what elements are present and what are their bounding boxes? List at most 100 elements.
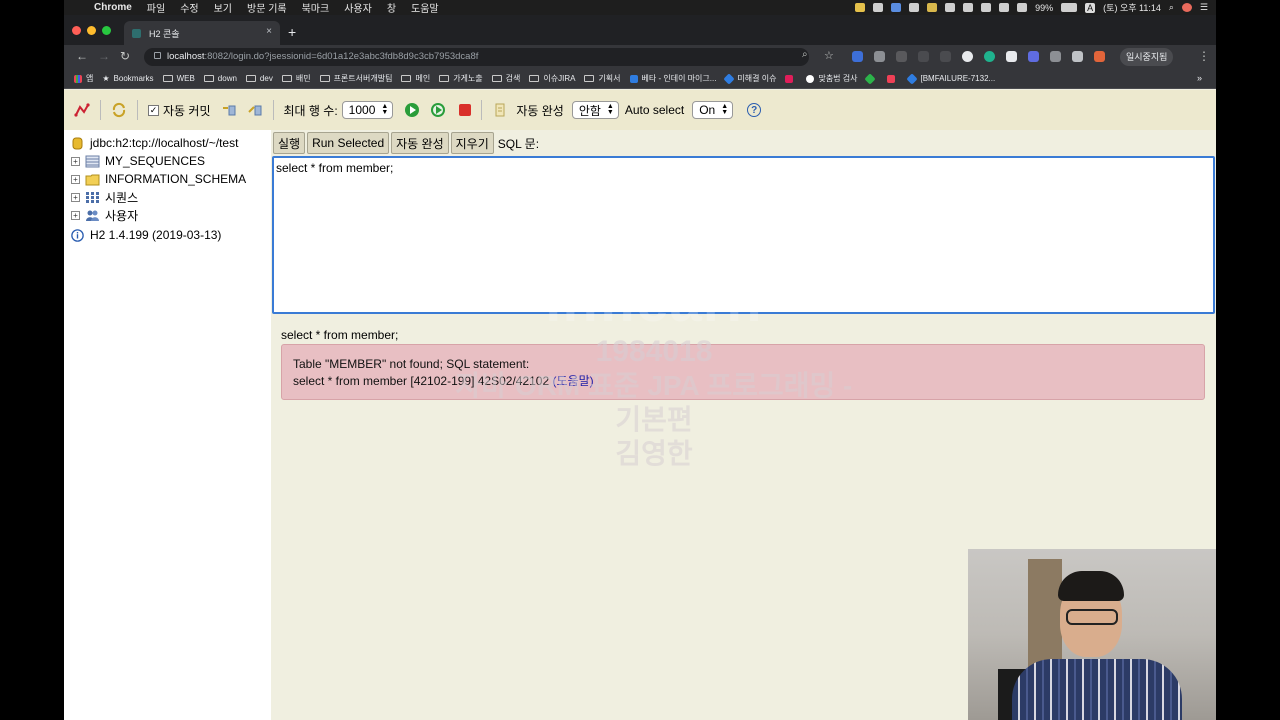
more-menu-icon[interactable]: ⋮: [1198, 49, 1210, 63]
menu-view[interactable]: 보기: [214, 0, 232, 15]
bookmark-folder-search[interactable]: 검색: [491, 73, 520, 84]
notes-icon[interactable]: [855, 3, 866, 12]
wifi-icon[interactable]: [999, 3, 1010, 12]
grid-icon[interactable]: [963, 3, 974, 12]
run-button[interactable]: 실행: [273, 132, 306, 154]
bookmark-green[interactable]: [864, 72, 878, 85]
autocomplete-button[interactable]: 자동 완성: [391, 132, 449, 154]
bookmark-pocket[interactable]: [887, 74, 899, 83]
bookmark-apps[interactable]: 앱: [74, 73, 93, 84]
bookmark-folder-plan[interactable]: 기획서: [584, 73, 621, 84]
tab-h2-console[interactable]: H2 콘솔 ×: [124, 21, 280, 45]
bookmark-folder-main[interactable]: 메인: [401, 73, 430, 84]
pocket-extension-icon[interactable]: [896, 51, 907, 62]
reload-icon[interactable]: ↻: [120, 49, 130, 63]
autoselect-select[interactable]: On ▲ ▼: [692, 101, 734, 119]
close-window-button[interactable]: [72, 26, 81, 35]
profile-button[interactable]: 일시중지됨: [1120, 48, 1174, 66]
bookmark-unresolved[interactable]: 미해결 이슈: [723, 72, 776, 85]
forward-arrow-icon[interactable]: →: [98, 49, 110, 63]
bookmark-folder-web[interactable]: WEB: [162, 74, 195, 83]
extension-icon-9[interactable]: [1028, 51, 1039, 62]
autocommit-checkbox[interactable]: ✓: [148, 104, 159, 116]
menu-history[interactable]: 방문 기록: [247, 0, 287, 15]
expand-icon[interactable]: +: [71, 156, 80, 166]
bookmark-slack[interactable]: [785, 74, 797, 83]
menu-people[interactable]: 사용자: [344, 0, 372, 15]
bookmark-confluence[interactable]: 베타 - 인데이 마이그...: [629, 73, 716, 84]
battery-percent[interactable]: 99%: [1035, 3, 1053, 13]
menu-help[interactable]: 도움말: [411, 0, 439, 15]
g-icon[interactable]: [891, 3, 902, 12]
bookmark-folder-baemin[interactable]: 배민: [281, 73, 311, 84]
minimize-window-button[interactable]: [87, 26, 96, 35]
screen-icon[interactable]: [873, 3, 884, 12]
menu-file[interactable]: 파일: [147, 0, 165, 15]
clear-button[interactable]: 지우기: [450, 132, 494, 154]
tree-connection[interactable]: jdbc:h2:tcp://localhost/~/test: [70, 134, 238, 152]
run-icon[interactable]: [405, 103, 420, 117]
tree-node-information-schema[interactable]: + INFORMATION_SCHEMA: [64, 170, 246, 188]
menu-edit[interactable]: 수정: [180, 0, 198, 15]
autocomplete-select[interactable]: 안함 ▲ ▼: [571, 101, 619, 119]
back-arrow-icon[interactable]: ←: [76, 49, 88, 63]
translate-extension-icon[interactable]: [852, 51, 863, 62]
bookmark-folder-dev[interactable]: dev: [245, 74, 273, 83]
tree-node-users[interactable]: + 사용자: [64, 206, 138, 224]
help-icon[interactable]: ?: [747, 103, 762, 117]
run-selected-icon[interactable]: [431, 103, 446, 117]
bookmark-spellcheck[interactable]: 맞춤법 검사: [806, 73, 857, 84]
menu-window[interactable]: 창: [387, 0, 396, 15]
volume-icon[interactable]: [1017, 3, 1028, 12]
bookmark-icon[interactable]: [927, 3, 938, 12]
extension-icon-7[interactable]: [984, 51, 995, 62]
stop-icon[interactable]: [459, 104, 472, 116]
clock-icon[interactable]: [909, 3, 920, 12]
bookmark-bookmarks[interactable]: ★ Bookmarks: [102, 74, 153, 83]
tree-node-sequences[interactable]: + 시퀀스: [64, 188, 138, 206]
bookmark-folder-jira[interactable]: 이슈JIRA: [529, 73, 575, 84]
extension-icon-4[interactable]: [918, 51, 929, 62]
spotlight-icon[interactable]: ⌕: [1169, 2, 1174, 13]
menu-bookmarks[interactable]: 북마크: [302, 0, 330, 15]
menubar-clock[interactable]: (토) 오후 11:14: [1103, 1, 1161, 14]
ex-extension-icon[interactable]: [1094, 51, 1105, 62]
bookmark-folder-frontserver[interactable]: 프론트서버개발팀: [319, 73, 392, 84]
run-selected-button[interactable]: Run Selected: [307, 132, 390, 154]
rollback-icon[interactable]: [221, 102, 237, 118]
bookmark-folder-store[interactable]: 가게노출: [439, 73, 483, 84]
qr-extension-icon[interactable]: [1072, 51, 1083, 62]
jb-extension-icon[interactable]: [874, 51, 885, 62]
control-center-icon[interactable]: ☰: [1200, 2, 1208, 13]
history-icon[interactable]: [492, 102, 508, 118]
bookmark-folder-down[interactable]: down: [203, 74, 237, 83]
commit-icon[interactable]: [247, 102, 263, 118]
bluetooth-icon[interactable]: [981, 3, 992, 12]
url-input[interactable]: localhost:8082/login.do?jsessionid=6d01a…: [144, 48, 809, 66]
info-icon[interactable]: [154, 52, 161, 59]
close-tab-icon[interactable]: ×: [266, 26, 272, 37]
menu-chrome[interactable]: Chrome: [94, 2, 132, 13]
user-icon[interactable]: [1181, 3, 1192, 12]
refresh-icon[interactable]: [111, 102, 127, 118]
bookmarks-overflow-icon[interactable]: »: [1197, 73, 1202, 83]
new-tab-button[interactable]: +: [288, 24, 296, 40]
extension-icon-6[interactable]: [962, 51, 973, 62]
drive-extension-icon[interactable]: [1050, 51, 1061, 62]
bookmark-bmfailure[interactable]: [BMFAILURE-7132...: [906, 72, 995, 85]
disconnect-icon[interactable]: [74, 102, 90, 118]
expand-icon[interactable]: +: [71, 210, 80, 220]
search-icon[interactable]: ⌕: [802, 49, 808, 60]
input-source[interactable]: A: [1085, 2, 1096, 13]
cloud-icon[interactable]: [945, 3, 956, 12]
sql-editor[interactable]: select * from member;: [272, 156, 1215, 314]
max-rows-select[interactable]: 1000 ▲ ▼: [341, 101, 394, 119]
tree-node-my-sequences[interactable]: + MY_SEQUENCES: [64, 152, 205, 170]
help-link[interactable]: (도움말): [553, 374, 594, 388]
star-icon[interactable]: ☆: [824, 49, 834, 62]
expand-icon[interactable]: +: [71, 192, 80, 202]
zoom-window-button[interactable]: [102, 26, 111, 35]
extension-icon-5[interactable]: [940, 51, 951, 62]
battery-icon[interactable]: [1061, 3, 1078, 12]
extension-icon-8[interactable]: [1006, 51, 1017, 62]
